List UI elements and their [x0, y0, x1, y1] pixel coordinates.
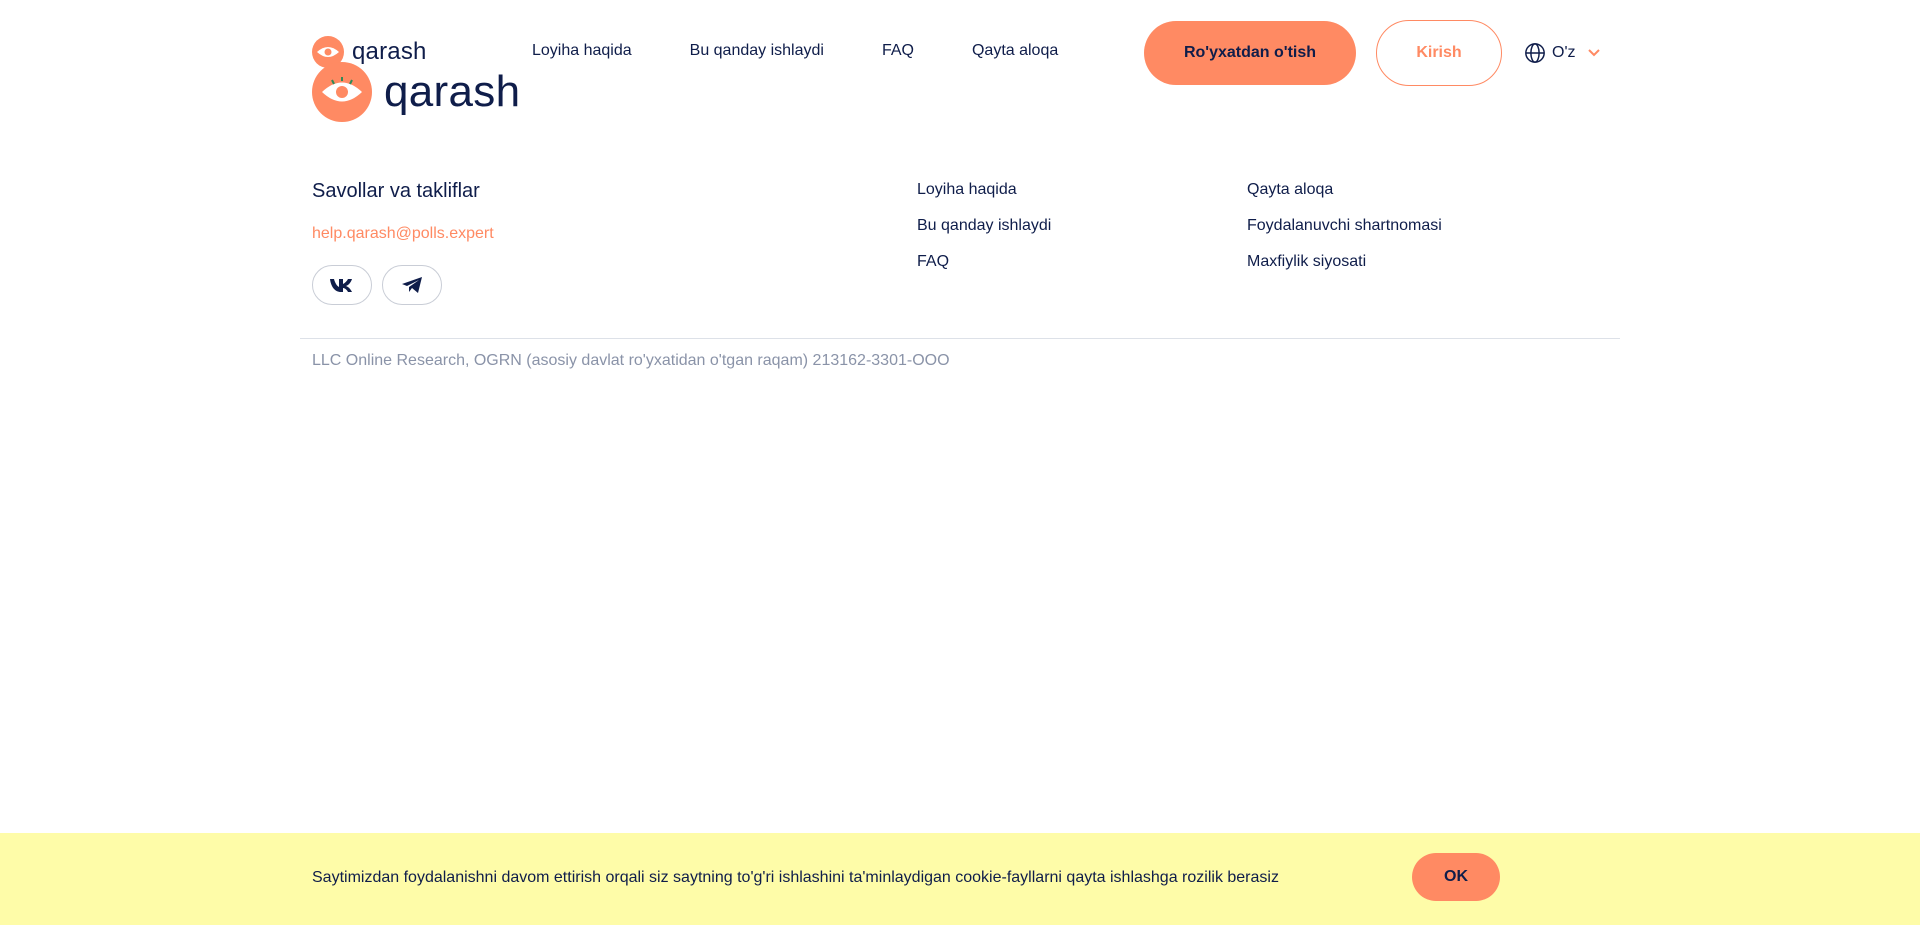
footer-link-user-agreement[interactable]: Foydalanuvchi shartnomasi: [1247, 216, 1442, 236]
cookie-banner: Saytimizdan foydalanishni davom ettirish…: [0, 833, 1920, 925]
site-header: qarash qarash Loyiha haqida Bu qanday is…: [312, 0, 1612, 122]
telegram-button[interactable]: [382, 265, 442, 305]
chevron-down-icon: [1587, 49, 1600, 57]
login-button[interactable]: Kirish: [1376, 20, 1502, 86]
contact-title: Savollar va takliflar: [312, 180, 480, 202]
register-button[interactable]: Ro'yxatdan o'tish: [1144, 21, 1356, 85]
footer-link-privacy-policy[interactable]: Maxfiylik siyosati: [1247, 252, 1442, 272]
nav-item-faq[interactable]: FAQ: [882, 42, 914, 60]
nav-item-feedback[interactable]: Qayta aloqa: [972, 42, 1058, 60]
cookie-ok-button[interactable]: OK: [1412, 853, 1500, 901]
cookie-text: Saytimizdan foydalanishni davom ettirish…: [312, 869, 1279, 886]
footer-links-col1: Loyiha haqida Bu qanday ishlaydi FAQ: [917, 180, 1051, 272]
vk-icon: [330, 279, 352, 292]
eye-logo-icon: [312, 62, 372, 122]
language-selector[interactable]: O'z: [1524, 42, 1602, 64]
footer-divider: [300, 338, 1620, 339]
contact-email-link[interactable]: help.qarash@polls.expert: [312, 225, 494, 243]
footer-links-col2: Qayta aloqa Foydalanuvchi shartnomasi Ma…: [1247, 180, 1442, 272]
contact-section: Savollar va takliflar help.qarash@polls.…: [312, 175, 494, 305]
social-links: [312, 265, 494, 305]
nav-item-how-it-works[interactable]: Bu qanday ishlaydi: [690, 42, 824, 60]
footer-link-faq[interactable]: FAQ: [917, 252, 1051, 272]
vk-button[interactable]: [312, 265, 372, 305]
footer-link-about[interactable]: Loyiha haqida: [917, 180, 1051, 200]
logo-big-text: qarash: [384, 67, 521, 116]
site-footer: Savollar va takliflar help.qarash@polls.…: [312, 175, 1612, 335]
globe-icon: [1525, 43, 1545, 63]
telegram-icon: [402, 277, 422, 293]
nav-item-about[interactable]: Loyiha haqida: [532, 42, 632, 60]
legal-text: LLC Online Research, OGRN (asosiy davlat…: [312, 352, 950, 369]
logo-big[interactable]: qarash: [312, 62, 520, 122]
footer-link-feedback[interactable]: Qayta aloqa: [1247, 180, 1442, 200]
language-label: O'z: [1552, 44, 1576, 61]
main-nav: Loyiha haqida Bu qanday ishlaydi FAQ Qay…: [532, 42, 1058, 60]
footer-link-how-it-works[interactable]: Bu qanday ishlaydi: [917, 216, 1051, 236]
